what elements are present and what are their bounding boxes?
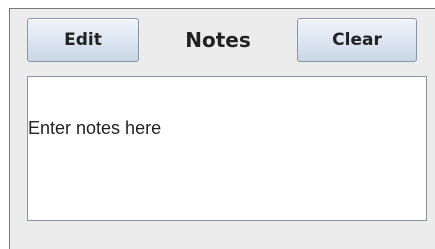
clear-button-label: Clear [332,30,382,50]
edit-button-label: Edit [64,30,102,50]
notes-text-area[interactable]: Enter notes here [27,76,427,221]
edit-button[interactable]: Edit [27,18,139,62]
window: Edit Notes Clear Enter notes here [0,0,435,249]
panel-title: Notes [185,28,251,52]
clear-button[interactable]: Clear [297,18,417,62]
notes-text-content: Enter notes here [28,118,162,138]
